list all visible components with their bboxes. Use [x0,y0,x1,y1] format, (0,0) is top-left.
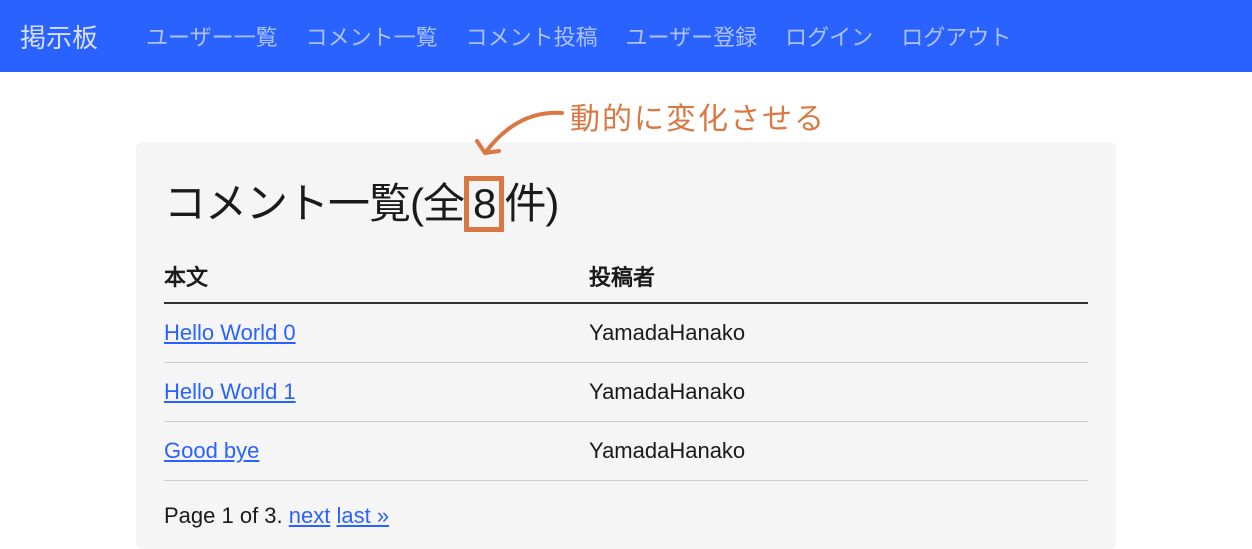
page-title: コメント一覧(全8件) [164,170,1088,232]
nav-link-users[interactable]: ユーザー一覧 [146,20,278,52]
comment-author: YamadaHanako [589,303,1088,363]
table-row: Good bye YamadaHanako [164,422,1088,481]
comment-author: YamadaHanako [589,363,1088,422]
comment-author: YamadaHanako [589,422,1088,481]
table-row: Hello World 1 YamadaHanako [164,363,1088,422]
pager-text: Page 1 of 3. [164,503,289,528]
main-panel: コメント一覧(全8件) 本文 投稿者 Hello World 0 YamadaH… [136,142,1116,549]
comment-link[interactable]: Hello World 1 [164,379,296,404]
comment-link[interactable]: Hello World 0 [164,320,296,345]
nav-link-logout[interactable]: ログアウト [901,20,1011,52]
nav-link-login[interactable]: ログイン [785,20,873,52]
pager-next[interactable]: next [289,503,331,528]
heading-suffix: 件) [504,180,558,227]
brand-link[interactable]: 掲示板 [20,18,98,55]
total-count: 8 [464,176,504,232]
navbar: 掲示板 ユーザー一覧 コメント一覧 コメント投稿 ユーザー登録 ログイン ログア… [0,0,1252,72]
nav-link-comments[interactable]: コメント一覧 [306,20,438,52]
col-header-body: 本文 [164,250,589,303]
comment-link[interactable]: Good bye [164,438,259,463]
heading-prefix: コメント一覧(全 [164,180,464,227]
pager: Page 1 of 3. next last » [164,503,1088,529]
col-header-author: 投稿者 [589,250,1088,303]
comments-table: 本文 投稿者 Hello World 0 YamadaHanako Hello … [164,250,1088,481]
table-row: Hello World 0 YamadaHanako [164,303,1088,363]
pager-last[interactable]: last » [336,503,389,528]
nav-link-register[interactable]: ユーザー登録 [626,20,758,52]
nav-link-post[interactable]: コメント投稿 [466,20,598,52]
annotation-text: 動的に変化させる [570,94,826,138]
